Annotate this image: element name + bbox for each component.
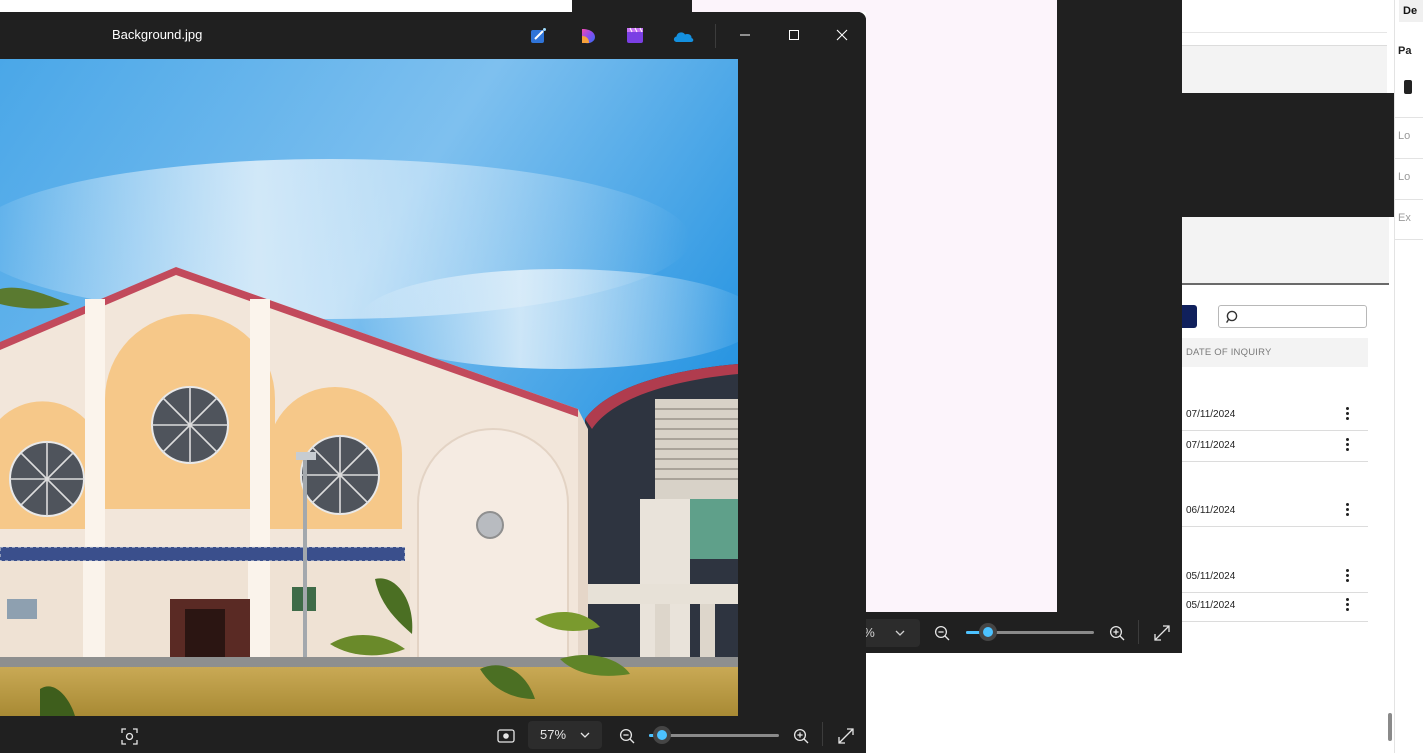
secondary-bottom-toolbar: 3%	[856, 612, 1182, 653]
dark-banner	[1182, 93, 1394, 217]
row-date: 07/11/2024	[1186, 409, 1236, 420]
fullscreen-icon[interactable]	[1154, 625, 1170, 641]
photos-viewer-window: Background.jpg 57%	[0, 12, 866, 753]
stadium-structure	[585, 364, 738, 664]
chevron-down-icon	[895, 630, 905, 636]
side-panel-item[interactable]: Ex	[1398, 212, 1411, 224]
row-date: 05/11/2024	[1186, 571, 1236, 582]
zoom-out-icon[interactable]	[619, 728, 635, 744]
zoom-level-dropdown[interactable]: 57%	[528, 721, 602, 749]
tab-details[interactable]: De	[1399, 0, 1423, 22]
zoom-slider[interactable]	[649, 726, 779, 744]
details-side-panel: De Pa Lo Lo Ex	[1388, 0, 1423, 753]
row-date: 05/11/2024	[1186, 600, 1236, 611]
zoom-slider-thumb[interactable]	[978, 623, 997, 641]
divider	[822, 722, 823, 746]
background-web-app: DATE OF INQUIRY 07/11/2024 07/11/2024 06…	[1182, 0, 1423, 753]
tabs-band	[1182, 217, 1389, 285]
top-card	[1182, 0, 1387, 33]
primary-button[interactable]	[1182, 305, 1197, 328]
side-panel-item[interactable]: Lo	[1398, 130, 1410, 142]
search-icon	[1226, 310, 1238, 323]
table-row[interactable]: 05/11/2024	[1182, 562, 1368, 593]
designer-icon[interactable]	[579, 27, 597, 45]
divider	[1395, 158, 1423, 159]
section-band	[1182, 45, 1387, 94]
title-bar[interactable]: Background.jpg	[0, 12, 866, 59]
close-icon[interactable]	[833, 26, 851, 44]
divider	[1138, 620, 1139, 644]
zoom-slider-thumb[interactable]	[653, 726, 671, 744]
window-edge	[692, 0, 866, 12]
column-header-date-of-inquiry: DATE OF INQUIRY	[1182, 338, 1368, 367]
actual-size-icon[interactable]	[497, 728, 515, 744]
window-title: Background.jpg	[112, 27, 203, 42]
divider	[1395, 199, 1423, 200]
more-options-icon[interactable]	[1343, 597, 1351, 615]
clipchamp-icon[interactable]	[626, 27, 644, 44]
row-date: 06/11/2024	[1186, 505, 1236, 516]
chevron-down-icon	[580, 732, 590, 738]
edit-icon[interactable]	[530, 27, 547, 44]
more-options-icon[interactable]	[1343, 568, 1351, 586]
scrollbar-thumb[interactable]	[1388, 713, 1392, 741]
bottom-toolbar: 57%	[0, 716, 866, 753]
row-date: 07/11/2024	[1186, 440, 1236, 451]
fullscreen-icon[interactable]	[838, 728, 854, 744]
more-options-icon[interactable]	[1343, 406, 1351, 424]
minimize-icon[interactable]	[736, 26, 754, 44]
zoom-level-value: 57%	[540, 727, 567, 742]
divider	[1395, 117, 1423, 118]
table-row[interactable]: 06/11/2024	[1182, 496, 1368, 527]
zoom-in-icon[interactable]	[793, 728, 809, 744]
photo-canvas[interactable]	[0, 59, 738, 716]
table-row[interactable]: 05/11/2024	[1182, 591, 1368, 622]
window-edge	[572, 0, 692, 12]
image-canvas	[866, 0, 1057, 612]
table-row[interactable]: 07/11/2024	[1182, 400, 1368, 431]
divider	[715, 24, 716, 48]
color-swatch	[1404, 80, 1412, 94]
zoom-out-icon[interactable]	[934, 625, 950, 641]
side-panel-item: Pa	[1398, 45, 1412, 57]
onedrive-icon[interactable]	[672, 29, 694, 43]
crop-screenshot-icon[interactable]	[121, 728, 138, 745]
search-input[interactable]	[1218, 305, 1367, 328]
divider	[1395, 239, 1423, 240]
zoom-in-icon[interactable]	[1109, 625, 1125, 641]
zoom-slider[interactable]	[966, 623, 1094, 641]
side-panel-item[interactable]: Lo	[1398, 171, 1410, 183]
secondary-photos-window: 3%	[856, 0, 1182, 653]
table-row[interactable]: 07/11/2024	[1182, 431, 1368, 462]
more-options-icon[interactable]	[1343, 437, 1351, 455]
more-options-icon[interactable]	[1343, 502, 1351, 520]
maximize-icon[interactable]	[785, 26, 803, 44]
